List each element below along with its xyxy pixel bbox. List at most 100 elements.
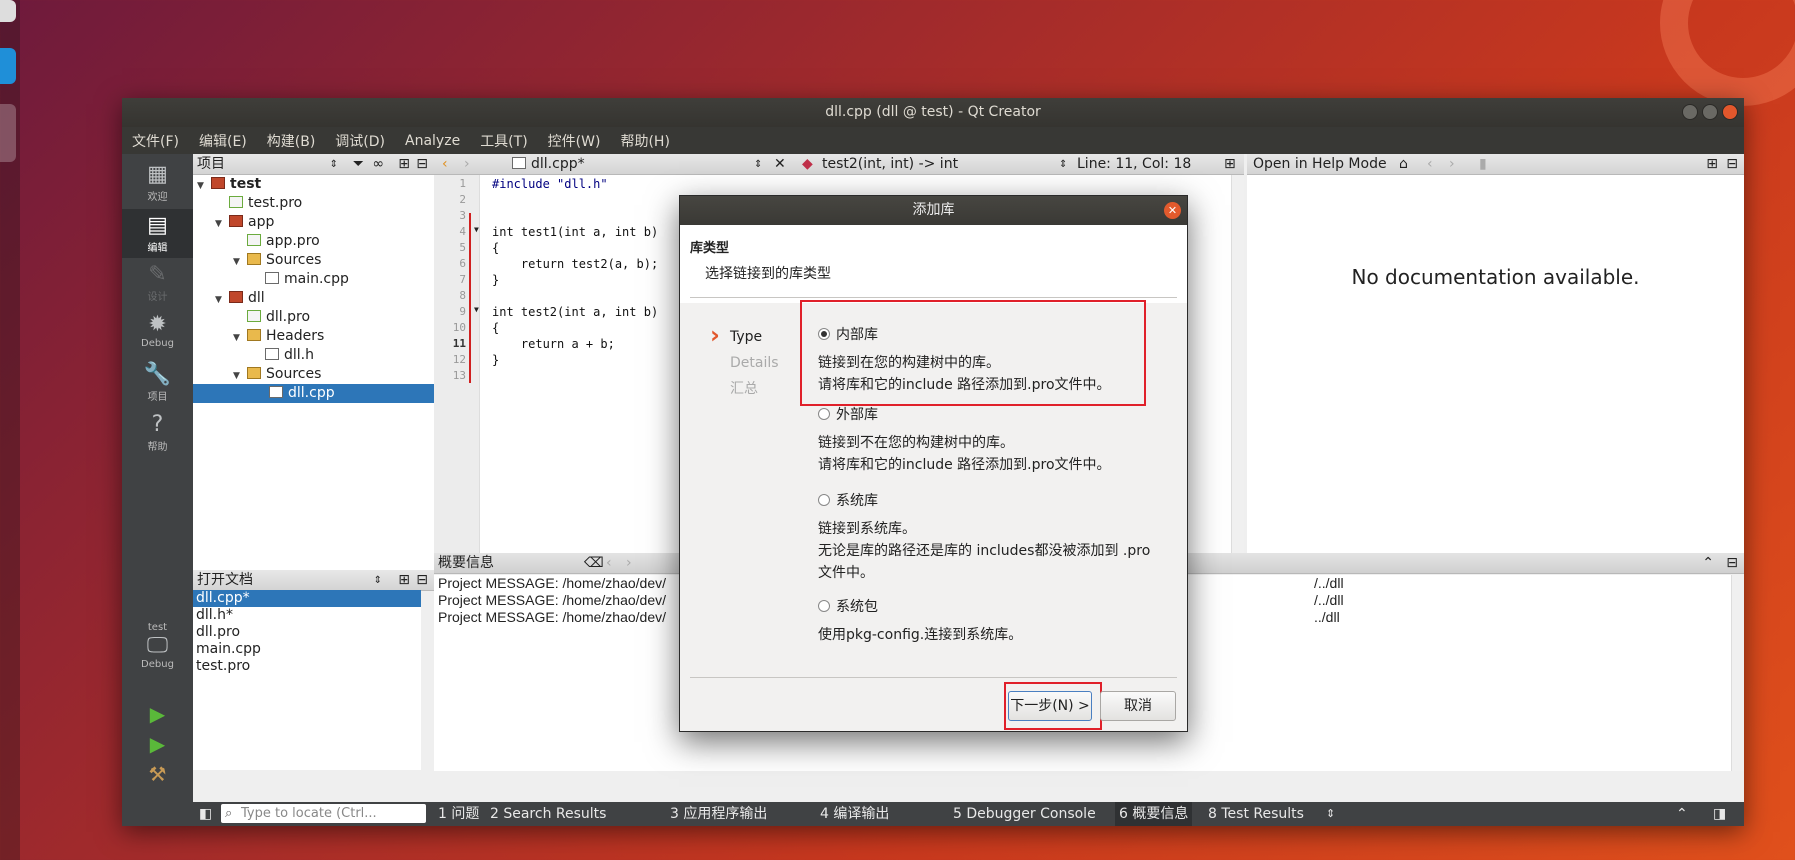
back-icon[interactable]: ‹	[442, 154, 448, 175]
open-doc-item[interactable]: test.pro	[193, 658, 421, 675]
project-icon	[229, 215, 243, 227]
next-button[interactable]: 下一步(N) >	[1008, 691, 1092, 721]
toggle-output-icon[interactable]: ⌃	[1676, 802, 1688, 826]
mode-label: Debug	[141, 338, 174, 349]
tree-item[interactable]: app.pro	[247, 232, 320, 251]
cursor-position[interactable]: Line: 11, Col: 18	[1077, 154, 1191, 175]
tabs-dropdown-icon[interactable]: ⇕	[1326, 802, 1335, 826]
tab-debugger-console[interactable]: 5 Debugger Console	[953, 802, 1096, 826]
symbol-selector[interactable]: test2(int, int) -> int	[822, 154, 958, 175]
project-icon	[229, 291, 243, 303]
prev-icon[interactable]: ‹	[606, 553, 612, 574]
fold-icon[interactable]: ▼	[474, 305, 479, 314]
link-icon[interactable]: ∞	[372, 154, 384, 175]
build-button[interactable]: ⚒	[122, 762, 193, 786]
close-pane-icon[interactable]: ⊟	[1726, 553, 1738, 574]
tree-item[interactable]: ▼ dll	[215, 289, 265, 308]
home-icon[interactable]: ⌂	[1399, 154, 1408, 175]
tree-item[interactable]: dll.pro	[247, 308, 310, 327]
radio-system-library[interactable]: 系统库	[818, 490, 878, 510]
minimize-button[interactable]	[1682, 104, 1698, 120]
right-sidebar-toggle-icon[interactable]: ◨	[1713, 802, 1726, 826]
close-pane-icon[interactable]: ⊟	[1726, 154, 1738, 175]
forward-icon[interactable]: ›	[1449, 154, 1455, 175]
output-scrollbar[interactable]	[1731, 575, 1744, 771]
cancel-button[interactable]: 取消	[1100, 691, 1176, 721]
mode-edit[interactable]: ▤ 编辑	[122, 209, 193, 258]
close-file-icon[interactable]: ✕	[774, 154, 786, 175]
menu-build[interactable]: 构建(B)	[257, 131, 326, 151]
tree-item[interactable]: main.cpp	[265, 270, 349, 289]
tab-test-results[interactable]: 8 Test Results	[1208, 802, 1304, 826]
tab-app-output[interactable]: 3 应用程序输出	[670, 802, 767, 826]
tree-item[interactable]: test.pro	[229, 194, 302, 213]
step-summary: 汇总	[730, 381, 758, 397]
tree-item[interactable]: ▼ Sources	[233, 251, 321, 270]
open-help-mode[interactable]: Open in Help Mode	[1253, 156, 1387, 172]
menu-analyze[interactable]: Analyze	[395, 133, 470, 149]
editor-scrollbar[interactable]	[1231, 175, 1244, 553]
radio-system-package[interactable]: 系统包	[818, 596, 878, 616]
open-doc-item[interactable]: dll.h*	[193, 607, 421, 624]
forward-icon[interactable]: ›	[464, 154, 470, 175]
close-button[interactable]	[1722, 104, 1738, 120]
open-doc-item[interactable]: dll.pro	[193, 624, 421, 641]
open-doc-item[interactable]: main.cpp	[193, 641, 421, 658]
back-icon[interactable]: ‹	[1427, 154, 1433, 175]
mode-projects[interactable]: 🔧 项目	[122, 362, 193, 403]
menu-tools[interactable]: 工具(T)	[470, 131, 537, 151]
file-dropdown-icon[interactable]: ⇕	[754, 154, 762, 175]
mode-debug[interactable]: ✹ Debug	[122, 312, 193, 349]
tab-issues[interactable]: 1 问题	[438, 802, 479, 826]
dock-app-icon[interactable]	[0, 48, 16, 84]
menu-edit[interactable]: 编辑(E)	[189, 131, 257, 151]
clear-icon[interactable]: ⌫	[584, 553, 604, 574]
radio-external-library[interactable]: 外部库	[818, 404, 878, 424]
tab-compile-output[interactable]: 4 编译输出	[820, 802, 889, 826]
open-doc-item[interactable]: dll.cpp*	[193, 590, 421, 607]
tab-general-messages[interactable]: 6 概要信息	[1115, 802, 1193, 826]
menu-debug[interactable]: 调试(D)	[325, 131, 395, 151]
split-icon[interactable]: ⊞	[1706, 154, 1718, 175]
run-button[interactable]: ▶	[122, 702, 193, 726]
next-icon[interactable]: ›	[626, 553, 632, 574]
mode-design[interactable]: ✎ 设计	[122, 262, 193, 303]
sidebar-toggle-icon[interactable]: ◧	[199, 802, 212, 826]
tree-item[interactable]: ▼ app	[215, 213, 274, 232]
split-icon[interactable]: ⊞	[398, 154, 410, 175]
kit-selector[interactable]: test 🖵 Debug	[122, 622, 193, 670]
editor-file-tab[interactable]: dll.cpp*	[512, 154, 585, 175]
menu-controls[interactable]: 控件(W)	[538, 131, 611, 151]
debug-run-button[interactable]: ▶	[122, 732, 193, 756]
menu-help[interactable]: 帮助(H)	[610, 131, 679, 151]
bookmark-icon[interactable]: ▮	[1479, 154, 1487, 175]
window-title: dll.cpp (dll @ test) - Qt Creator	[825, 104, 1041, 120]
dock-app-icon[interactable]	[0, 104, 16, 162]
tree-item[interactable]: ▼ Sources	[233, 365, 321, 384]
output-line-tail: /../dll	[1314, 575, 1344, 591]
close-pane-icon[interactable]: ⊟	[416, 570, 428, 591]
mode-help[interactable]: ? 帮助	[122, 412, 193, 453]
close-pane-icon[interactable]: ⊟	[416, 154, 428, 175]
maximize-button[interactable]	[1702, 104, 1718, 120]
tree-item[interactable]: ▼ Headers	[233, 327, 324, 346]
tree-item[interactable]: ▼ test	[197, 175, 261, 194]
output-line-tail: /../dll	[1314, 592, 1344, 608]
fold-icon[interactable]: ▼	[474, 225, 479, 234]
menu-file[interactable]: 文件(F)	[122, 131, 189, 151]
dialog-close-button[interactable]: ✕	[1164, 202, 1181, 219]
maximize-pane-icon[interactable]: ⌃	[1702, 553, 1714, 574]
filter-icon[interactable]: ⏷	[353, 154, 364, 175]
tab-search-results[interactable]: 2 Search Results	[490, 802, 606, 826]
pane-dropdown-icon[interactable]: ⇕	[330, 154, 338, 175]
tree-item-selected[interactable]: dll.cpp	[193, 384, 434, 403]
symbol-dropdown-icon[interactable]: ⇕	[1059, 154, 1067, 175]
pane-dropdown-icon[interactable]: ⇕	[374, 570, 382, 591]
locator-input[interactable]: ⌕ Type to locate (Ctrl...	[221, 804, 426, 823]
tree-item[interactable]: dll.h	[265, 346, 314, 365]
dock-app-icon[interactable]	[0, 0, 16, 22]
mode-welcome[interactable]: ▦ 欢迎	[122, 162, 193, 203]
help-icon: ?	[151, 412, 164, 437]
split-icon[interactable]: ⊞	[1224, 154, 1236, 175]
split-icon[interactable]: ⊞	[398, 570, 410, 591]
